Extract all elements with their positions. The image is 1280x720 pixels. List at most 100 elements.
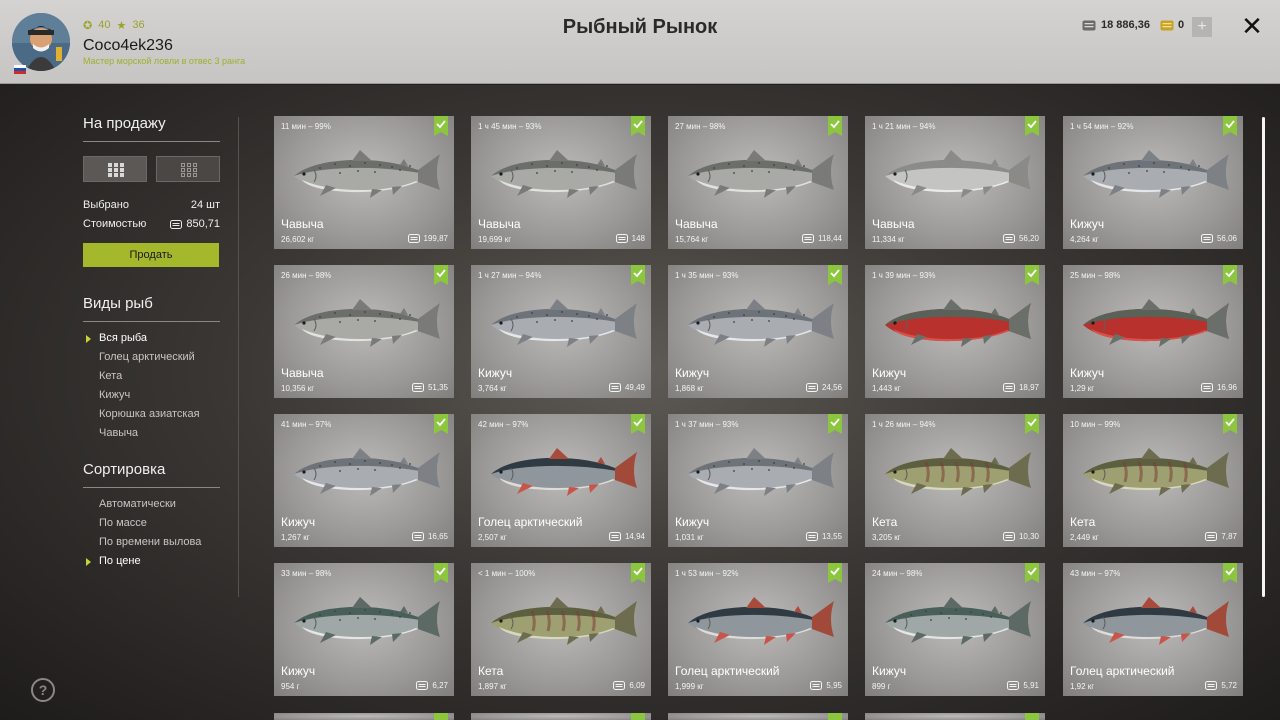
scrollbar[interactable] (1262, 117, 1265, 597)
species-item[interactable]: Кижуч (99, 389, 130, 401)
sort-item[interactable]: По цене (99, 555, 141, 567)
fish-card-partial[interactable] (865, 713, 1045, 720)
fish-price: 51,35 (411, 383, 448, 392)
fish-card[interactable]: 11 мин – 99% Чавыча 26,602 кг 199,87 (274, 116, 454, 249)
selected-check-icon[interactable] (1025, 414, 1039, 434)
sort-item[interactable]: Автоматически (99, 498, 176, 510)
fish-price-value: 118,44 (818, 234, 842, 243)
selected-check-icon[interactable] (434, 265, 448, 285)
fish-card[interactable]: 43 мин – 97% Голец арктический 1,92 кг 5… (1063, 563, 1243, 696)
species-item[interactable]: Чавыча (99, 427, 138, 439)
fish-price-value: 49,49 (624, 383, 645, 392)
selected-check-icon[interactable] (1025, 563, 1039, 583)
fish-image (1069, 587, 1237, 657)
selected-check-icon[interactable] (1223, 116, 1237, 136)
selected-check-icon[interactable] (631, 265, 645, 285)
gold-value: 0 (1178, 19, 1185, 31)
fish-card[interactable]: 33 мин – 98% Кижуч 954 г 6,27 (274, 563, 454, 696)
fish-card[interactable]: 25 мин – 98% Кижуч 1,29 кг 16,96 (1063, 265, 1243, 398)
close-button[interactable]: ✕ (1240, 13, 1264, 39)
fish-card[interactable]: 1 ч 27 мин – 94% Кижуч 3,764 кг 49,49 (471, 265, 651, 398)
selected-check-icon[interactable] (631, 414, 645, 434)
sale-section-title: На продажу (83, 115, 166, 132)
selected-check-icon[interactable] (1223, 563, 1237, 583)
fish-card[interactable]: 1 ч 54 мин – 92% Кижуч 4,264 кг 56,06 (1063, 116, 1243, 249)
fish-weight: 26,602 кг (281, 235, 315, 244)
species-item[interactable]: Вся рыба (99, 332, 147, 344)
selected-check-icon[interactable] (1025, 116, 1039, 136)
sort-item[interactable]: По времени вылова (99, 536, 201, 548)
catch-time: 43 мин – 97% (1070, 569, 1121, 578)
fish-card[interactable]: 27 мин – 98% Чавыча 15,764 кг 118,44 (668, 116, 848, 249)
fish-card[interactable]: 24 мин – 98% Кижуч 899 г 5,91 (865, 563, 1045, 696)
grid-small-view-button[interactable] (156, 156, 220, 182)
fish-image (280, 438, 448, 508)
fish-image (1069, 289, 1237, 359)
catch-time: 1 ч 53 мин – 92% (675, 569, 739, 578)
fish-price: 148 (615, 234, 645, 243)
selected-check-icon[interactable] (828, 713, 842, 720)
fish-card[interactable]: 10 мин – 99% Кета 2,449 кг 7,87 (1063, 414, 1243, 547)
selected-check-icon[interactable] (631, 116, 645, 136)
cost-label: Стоимостью (83, 218, 147, 230)
coins-icon (170, 219, 183, 229)
coins-icon (1002, 234, 1015, 243)
fish-card-partial[interactable] (471, 713, 651, 720)
selected-check-icon[interactable] (434, 563, 448, 583)
catch-time: 10 мин – 99% (1070, 420, 1121, 429)
fish-card[interactable]: 1 ч 35 мин – 93% Кижуч 1,868 кг 24,56 (668, 265, 848, 398)
selected-check-icon[interactable] (631, 563, 645, 583)
selected-check-icon[interactable] (434, 116, 448, 136)
selected-label: Выбрано (83, 199, 129, 211)
fish-weight: 1,267 кг (281, 533, 310, 542)
fish-card[interactable]: 1 ч 53 мин – 92% Голец арктический 1,999… (668, 563, 848, 696)
fish-card[interactable]: 1 ч 45 мин – 93% Чавыча 19,699 кг 148 (471, 116, 651, 249)
selected-check-icon[interactable] (434, 713, 448, 720)
fish-card-partial[interactable] (668, 713, 848, 720)
catch-time: 27 мин – 98% (675, 122, 726, 131)
selected-check-icon[interactable] (828, 414, 842, 434)
fish-name: Голец арктический (675, 664, 780, 678)
fish-price-value: 199,87 (423, 234, 448, 243)
fish-price: 24,56 (805, 383, 842, 392)
species-item[interactable]: Корюшка азиатская (99, 408, 200, 420)
add-currency-button[interactable]: + (1192, 17, 1212, 37)
species-item[interactable]: Кета (99, 370, 122, 382)
sort-item[interactable]: По массе (99, 517, 147, 529)
fish-card[interactable]: 26 мин – 98% Чавыча 10,356 кг 51,35 (274, 265, 454, 398)
coins-icon (1007, 681, 1020, 690)
sell-button[interactable]: Продать (83, 243, 219, 267)
fish-price: 18,97 (1002, 383, 1039, 392)
selected-check-icon[interactable] (1223, 414, 1237, 434)
selected-check-icon[interactable] (1025, 265, 1039, 285)
fish-card[interactable]: 42 мин – 97% Голец арктический 2,507 кг … (471, 414, 651, 547)
selected-check-icon[interactable] (434, 414, 448, 434)
fish-card[interactable]: 1 ч 21 мин – 94% Чавыча 11,334 кг 56,20 (865, 116, 1045, 249)
fish-card[interactable]: 41 мин – 97% Кижуч 1,267 кг 16,65 (274, 414, 454, 547)
fish-image (477, 587, 645, 657)
species-item[interactable]: Голец арктический (99, 351, 195, 363)
selected-row: Выбрано 24 шт (83, 199, 220, 211)
fish-price: 16,65 (411, 532, 448, 541)
selected-check-icon[interactable] (828, 563, 842, 583)
grid-large-view-button[interactable] (83, 156, 147, 182)
fish-card[interactable]: 1 ч 39 мин – 93% Кижуч 1,443 кг 18,97 (865, 265, 1045, 398)
fish-weight: 19,699 кг (478, 235, 512, 244)
fish-card-partial[interactable] (274, 713, 454, 720)
fish-card[interactable]: 1 ч 37 мин – 93% Кижуч 1,031 кг 13,55 (668, 414, 848, 547)
fish-price: 6,27 (416, 681, 448, 690)
fish-card[interactable]: 1 ч 26 мин – 94% Кета 3,205 кг 10,30 (865, 414, 1045, 547)
selected-check-icon[interactable] (828, 116, 842, 136)
fish-card[interactable]: < 1 мин – 100% Кета 1,897 кг 6,09 (471, 563, 651, 696)
fish-weight: 4,264 кг (1070, 235, 1099, 244)
fish-price-value: 7,87 (1221, 532, 1237, 541)
fish-price: 5,91 (1007, 681, 1039, 690)
selected-check-icon[interactable] (828, 265, 842, 285)
selected-check-icon[interactable] (1223, 265, 1237, 285)
selected-check-icon[interactable] (631, 713, 645, 720)
fish-price-value: 5,91 (1023, 681, 1039, 690)
fish-name: Чавыча (281, 217, 324, 231)
fish-weight: 1,868 кг (675, 384, 704, 393)
help-button[interactable]: ? (31, 678, 55, 702)
selected-check-icon[interactable] (1025, 713, 1039, 720)
